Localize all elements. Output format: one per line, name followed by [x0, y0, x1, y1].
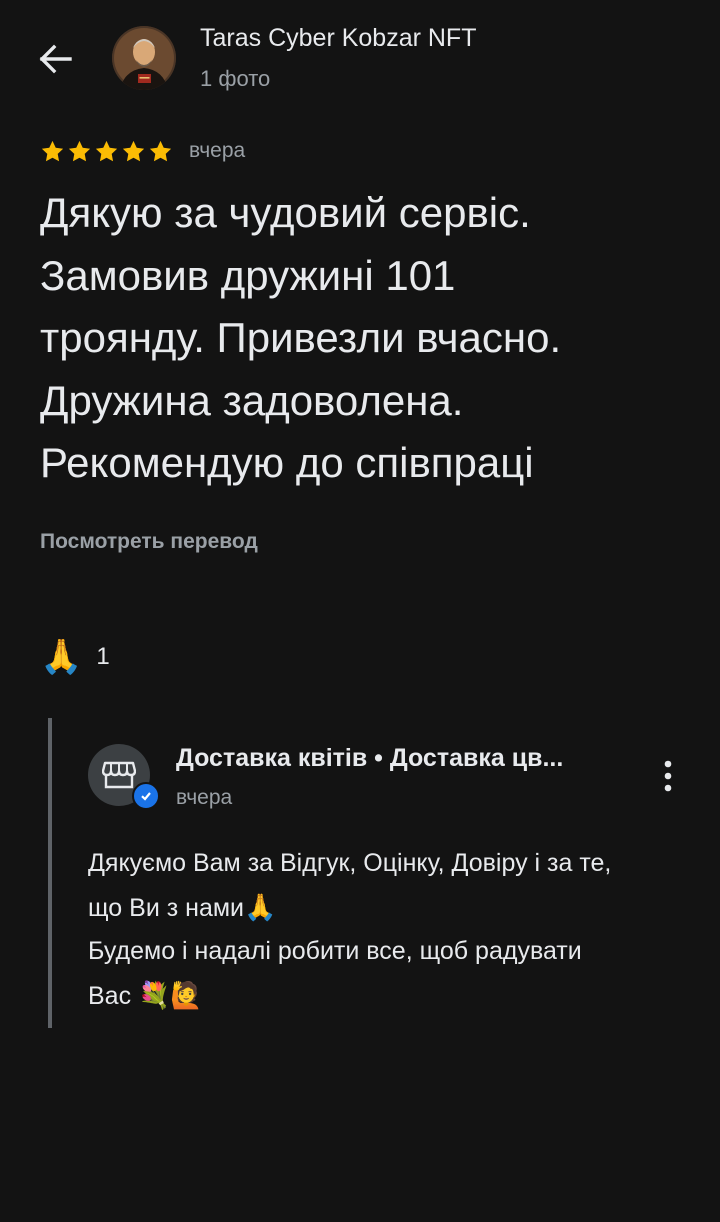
reply-line: Будемо і надалі робити все, щоб радувати [88, 930, 688, 974]
author-name[interactable]: Taras Cyber Kobzar NFT [200, 24, 476, 53]
review-text-line: Дружина задоволена. [40, 376, 464, 424]
review-text-line: Дякую за чудовий сервіс. [40, 189, 531, 236]
reply-line-text: Вас [88, 981, 139, 1010]
review-text: Дякую за чудовий сервіс. Замовив дружині… [40, 182, 700, 495]
star-icon [122, 140, 145, 161]
folded-hands-icon: 🙏 [40, 638, 83, 676]
more-vert-icon [664, 760, 672, 792]
star-icon [68, 140, 91, 161]
profile-photo [112, 26, 176, 90]
folded-hands-icon: 🙏 [244, 891, 277, 922]
author-photo-count: 1 фото [200, 66, 271, 91]
review-text-line: Рекомендую до співпраці [40, 439, 534, 486]
see-translation-link[interactable]: Посмотреть перевод [40, 530, 258, 554]
reply-line: Дякуємо Вам за Відгук, Оцінку, Довіру і … [88, 842, 688, 886]
reaction-count: 1 [96, 643, 110, 670]
review-text-line: Замовив дружині 101 [40, 251, 456, 299]
review-text-line: троянду. Привезли вчасно. [40, 314, 562, 361]
rating-row: вчера [40, 136, 245, 166]
back-button[interactable] [30, 36, 80, 82]
reaction-button[interactable]: 🙏 1 [40, 634, 110, 680]
author-avatar[interactable] [112, 26, 176, 90]
reply-line-text: Будемо і надалі робити все, щоб радувати [88, 937, 582, 965]
reply-line-text: Дякуємо Вам за Відгук, Оцінку, Довіру і … [88, 849, 612, 877]
review-header: Taras Cyber Kobzar NFT 1 фото [0, 0, 720, 120]
star-rating [40, 139, 173, 164]
owner-reply-date: вчера [176, 786, 233, 809]
more-options-button[interactable] [650, 754, 686, 798]
storefront-icon [102, 761, 136, 789]
reply-line: що Ви з нами🙏 [88, 886, 688, 931]
star-icon [41, 140, 64, 161]
owner-reply-text: Дякуємо Вам за Відгук, Оцінку, Довіру і … [88, 842, 688, 1018]
bouquet-raising-hand-icon: 💐🙋 [138, 979, 203, 1010]
reply-line-text: що Ви з нами [88, 893, 244, 922]
star-icon [149, 140, 172, 161]
owner-reply: Доставка квітів • Доставка цв... вчера Д… [48, 718, 692, 1028]
reply-line: Вас 💐🙋 [88, 974, 688, 1019]
arrow-back-icon [39, 44, 72, 74]
review-date: вчера [189, 139, 246, 162]
owner-name[interactable]: Доставка квітів • Доставка цв... [176, 744, 616, 773]
star-icon [95, 140, 118, 161]
verified-check-icon [132, 782, 160, 810]
